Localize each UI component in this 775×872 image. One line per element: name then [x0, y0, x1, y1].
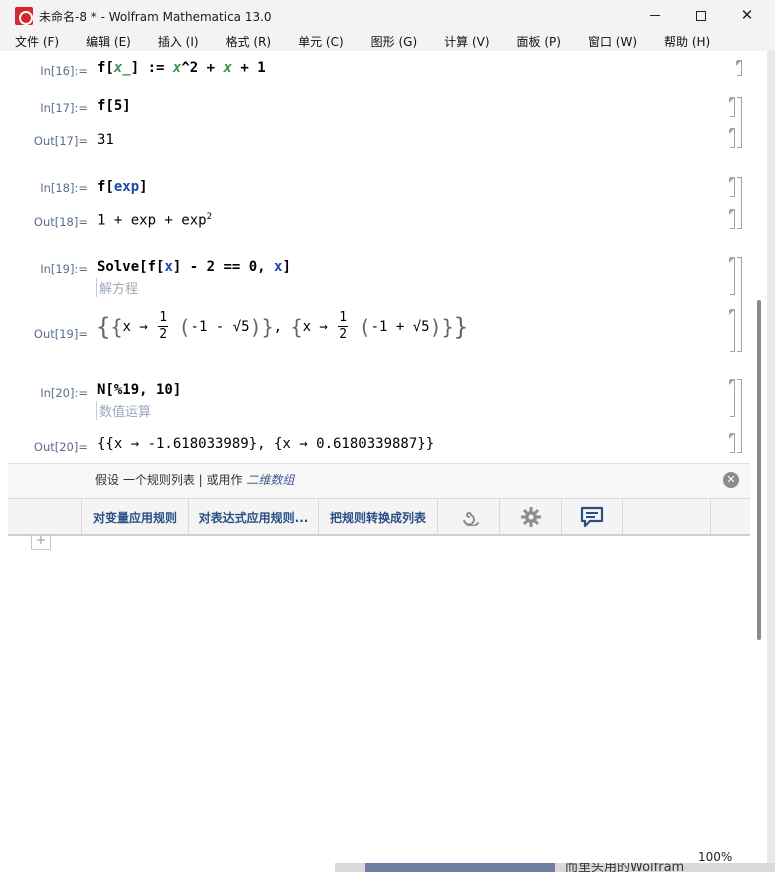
cell-label-in16: In[16]:=: [40, 64, 88, 78]
suggestions-button-row: 对变量应用规则 对表达式应用规则... 把规则转换成列表: [8, 498, 750, 536]
window-title: 未命名-8 * - Wolfram Mathematica 13.0: [39, 10, 272, 24]
cell-label-in20: In[20]:=: [40, 386, 88, 400]
input-cell-16[interactable]: f[x_] := x^2 + x + 1: [97, 60, 266, 76]
cell-bracket[interactable]: [729, 379, 735, 417]
cell-label-in17: In[17]:=: [40, 101, 88, 115]
output-cell-19[interactable]: {{x → 12 (-1 - √5)}, {x → 12 (-1 + √5)}}: [96, 310, 468, 344]
suggestions-bar: 假设 一个规则列表 | 或用作 二维数组 ✕ 对变量应用规则 对表达式应用规则.…: [8, 463, 750, 536]
output-cell-20[interactable]: {{x → -1.618033989}, {x → 0.6180339887}}: [97, 436, 434, 452]
cell-label-in19: In[19]:=: [40, 262, 88, 276]
menu-bar: 文件 (F) 编辑 (E) 插入 (I) 格式 (R) 单元 (C) 图形 (G…: [0, 31, 775, 51]
menu-format[interactable]: 格式 (R): [220, 33, 278, 50]
suggestions-assumption: 假设 一个规则列表 | 或用作 二维数组: [95, 473, 295, 487]
hint-numeric[interactable]: 数值运算: [96, 401, 151, 420]
menu-evaluation[interactable]: 计算 (V): [438, 33, 495, 50]
mathematica-logo-icon: [15, 7, 33, 25]
close-icon: ✕: [740, 6, 754, 24]
maximize-button[interactable]: [678, 0, 724, 31]
gear-icon[interactable]: [499, 499, 561, 535]
close-suggestions-button[interactable]: ✕: [723, 472, 739, 488]
window-edge: [767, 51, 775, 863]
scrollbar-thumb[interactable]: [757, 300, 761, 640]
title-bar[interactable]: 未命名-8 * - Wolfram Mathematica 13.0 ✕: [0, 0, 775, 31]
cell-bracket[interactable]: [736, 60, 742, 76]
background-window: 而里头用的Wolfram: [335, 863, 775, 872]
cell-bracket[interactable]: [729, 177, 735, 197]
output-cell-18[interactable]: 1 + exp + exp2: [97, 212, 212, 229]
cell-label-out20: Out[20]=: [33, 440, 88, 454]
cell-bracket[interactable]: [729, 309, 735, 352]
menu-cell[interactable]: 单元 (C): [292, 33, 350, 50]
group-bracket[interactable]: [737, 97, 742, 148]
menu-graphics[interactable]: 图形 (G): [365, 33, 423, 50]
suggestions-spacer: [622, 499, 710, 535]
suggestions-spacer: [8, 499, 81, 535]
mathematica-window: 未命名-8 * - Wolfram Mathematica 13.0 ✕ 文件 …: [0, 0, 775, 872]
menu-insert[interactable]: 插入 (I): [152, 33, 205, 50]
spiral-icon[interactable]: [437, 499, 499, 535]
suggestions-spacer: [710, 499, 750, 535]
notebook-area[interactable]: In[16]:= f[x_] := x^2 + x + 1 In[17]:= f…: [8, 51, 752, 863]
hint-solve-equation[interactable]: 解方程: [96, 278, 138, 297]
background-window-text: 而里头用的Wolfram: [565, 863, 685, 872]
alternative-interpretation-link[interactable]: 二维数组: [246, 473, 294, 487]
apply-rules-to-variable-button[interactable]: 对变量应用规则: [81, 499, 188, 535]
chat-icon[interactable]: [561, 499, 622, 535]
apply-rules-to-expression-button[interactable]: 对表达式应用规则...: [188, 499, 318, 535]
input-cell-17[interactable]: f[5]: [97, 98, 131, 114]
input-cell-20[interactable]: N[%19, 10]: [97, 382, 181, 398]
output-cell-17[interactable]: 31: [97, 132, 114, 148]
menu-file[interactable]: 文件 (F): [9, 33, 65, 50]
close-button[interactable]: ✕: [724, 0, 770, 31]
cell-label-out17: Out[17]=: [33, 134, 88, 148]
maximize-icon: [696, 10, 706, 21]
input-cell-19[interactable]: Solve[f[x] - 2 == 0, x]: [97, 259, 291, 275]
minimize-button[interactable]: [632, 0, 678, 31]
input-cell-18[interactable]: f[exp]: [97, 179, 148, 195]
cell-bracket[interactable]: [729, 128, 735, 148]
group-bracket[interactable]: [737, 257, 742, 352]
cell-bracket[interactable]: [729, 97, 735, 117]
zoom-level[interactable]: 100%: [698, 850, 732, 864]
cell-label-in18: In[18]:=: [40, 181, 88, 195]
group-bracket[interactable]: [737, 177, 742, 229]
new-cell-button[interactable]: +: [31, 534, 51, 550]
minimize-icon: [650, 15, 660, 16]
convert-rules-to-list-button[interactable]: 把规则转换成列表: [318, 499, 437, 535]
cell-bracket[interactable]: [729, 209, 735, 229]
cell-bracket[interactable]: [729, 257, 735, 295]
menu-edit[interactable]: 编辑 (E): [80, 33, 137, 50]
menu-help[interactable]: 帮助 (H): [658, 33, 716, 50]
menu-window[interactable]: 窗口 (W): [582, 33, 643, 50]
group-bracket[interactable]: [737, 379, 742, 453]
cell-label-out18: Out[18]=: [33, 215, 88, 229]
cell-label-out19: Out[19]=: [33, 327, 88, 341]
menu-palettes[interactable]: 面板 (P): [511, 33, 567, 50]
background-window-block: [365, 863, 555, 872]
cell-bracket[interactable]: [729, 433, 735, 453]
